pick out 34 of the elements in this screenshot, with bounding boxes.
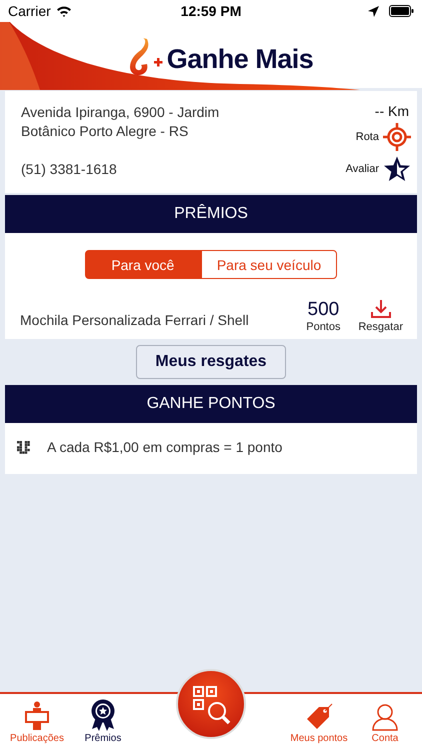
location-arrow-icon (368, 6, 380, 16)
points-value: 500 (308, 299, 340, 321)
redeem-label[interactable]: Resgatar (358, 321, 403, 333)
status-time: 12:59 PM (180, 3, 242, 19)
scan-button[interactable] (175, 668, 247, 740)
tab-label[interactable]: Meus pontos (290, 733, 348, 744)
tab-label[interactable]: Conta (372, 733, 398, 744)
action-label: Rota (356, 131, 379, 143)
points-label: Pontos (306, 321, 340, 333)
qr-code-icon (17, 440, 30, 454)
download-icon[interactable] (370, 299, 392, 319)
section-header: PRÊMIOS (5, 195, 417, 233)
tab-label[interactable]: Prêmios (84, 733, 122, 744)
person-sign-icon[interactable] (25, 701, 49, 731)
carrier-label: Carrier (8, 3, 51, 19)
my-redemptions-button[interactable]: Meus resgates (136, 345, 286, 379)
store-phone: (51) 3381-1618 (21, 160, 118, 179)
logo-text: Ganhe Mais (166, 44, 314, 74)
target-icon[interactable] (383, 123, 411, 151)
reward-name: Mochila Personalizada Ferrari / Shell (20, 311, 250, 328)
battery-icon (389, 5, 414, 17)
section-header: GANHE PONTOS (5, 385, 417, 423)
star-icon[interactable] (383, 155, 411, 183)
action-label: Avaliar (346, 163, 379, 175)
tab-label[interactable]: Publicações (10, 733, 64, 744)
tag-icon[interactable] (305, 703, 333, 731)
segment-tab[interactable]: Para você (84, 250, 201, 279)
rule-text: A cada R$1,00 em compras = 1 ponto (47, 439, 282, 455)
wifi-icon (56, 5, 72, 17)
store-address: Avenida Ipiranga, 6900 - Jardim Botânico Porto Alegre - RS (21, 103, 220, 141)
rosette-icon[interactable] (90, 699, 116, 731)
distance-label: -- Km (374, 103, 409, 119)
person-icon[interactable] (372, 703, 398, 731)
segment-tab[interactable]: Para seu veículo (200, 250, 338, 279)
